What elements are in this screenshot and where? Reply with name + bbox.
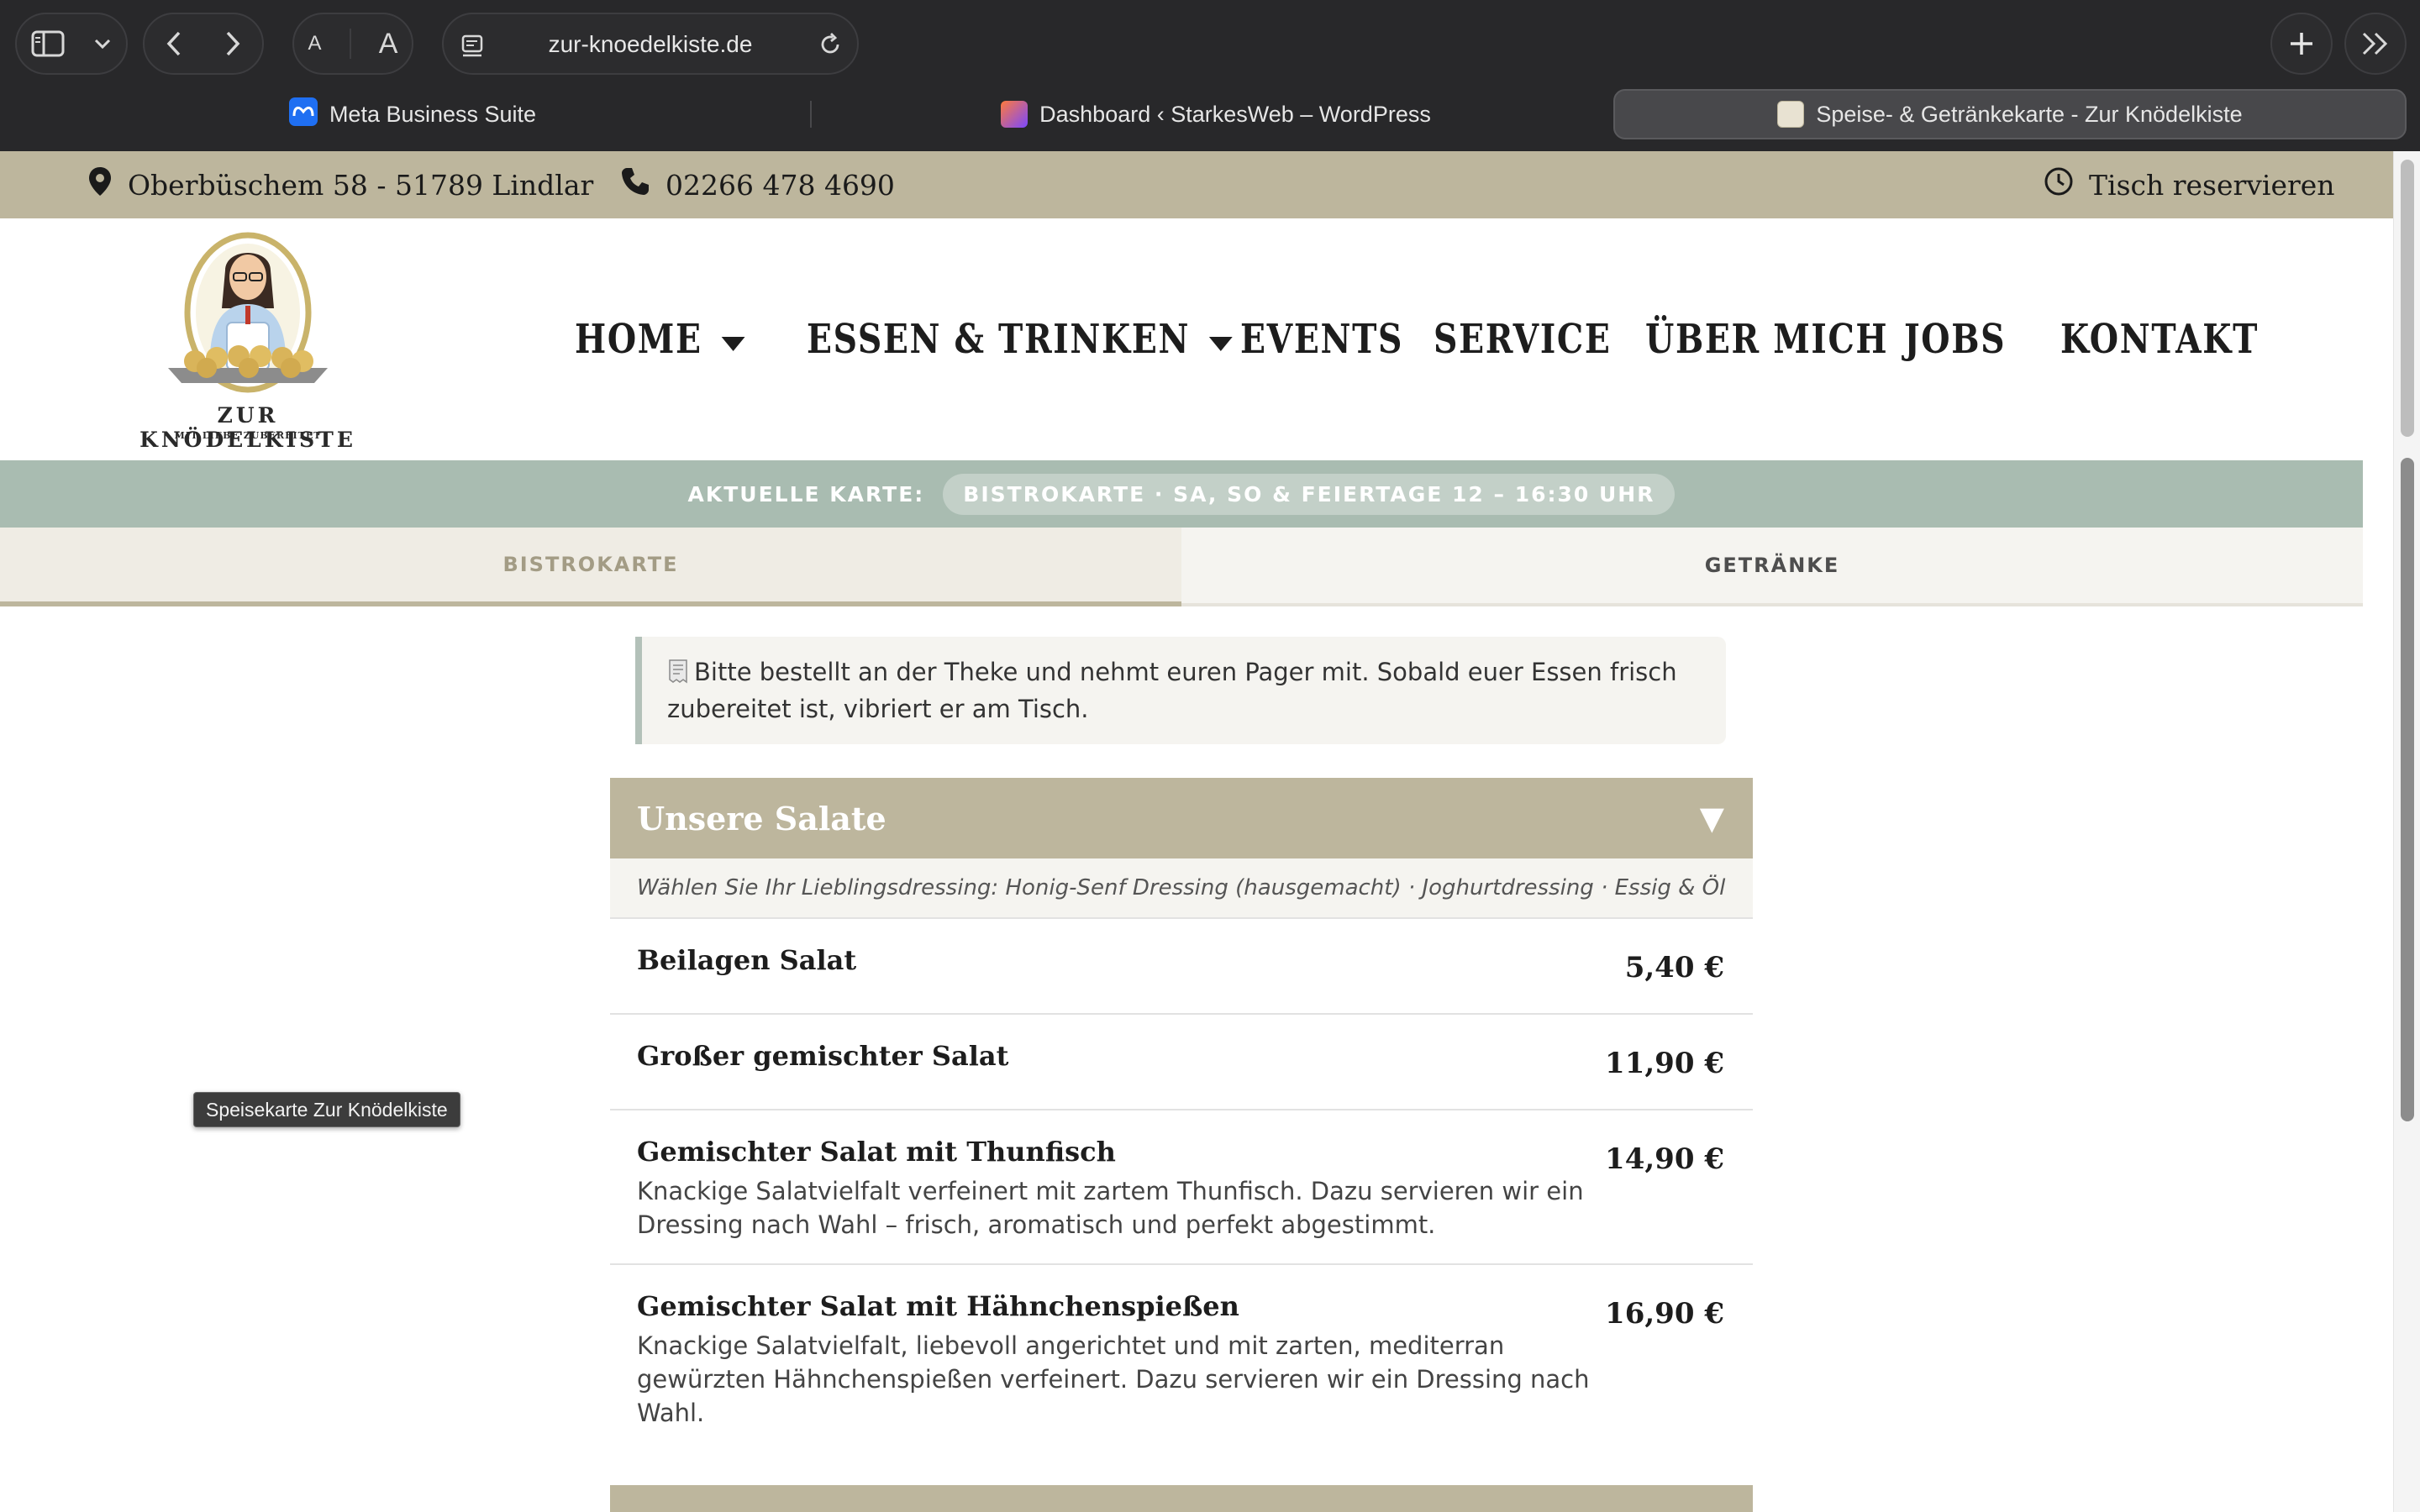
receipt-icon	[667, 659, 689, 692]
nav-label: HOME	[575, 316, 702, 363]
collapse-triangle-icon[interactable]: ▼	[1700, 800, 1724, 837]
dressing-note: Wählen Sie Ihr Lieblingsdressing: Honig-…	[610, 858, 1753, 919]
history-nav	[143, 13, 264, 75]
site-favicon-icon	[1777, 101, 1805, 128]
browser-chrome: A A zur-knoedelkiste.de Meta Business Su…	[0, 0, 2420, 151]
nav-item-jobs[interactable]: JOBS	[1904, 218, 2006, 460]
next-category-header[interactable]	[610, 1485, 1753, 1512]
nav-item-home[interactable]: HOME	[575, 218, 746, 460]
tab-bistrokarte[interactable]: BISTROKARTE	[0, 528, 1181, 606]
clock-icon	[2044, 166, 2074, 203]
new-tab-button[interactable]	[2270, 13, 2333, 75]
current-menu-bar: AKTUELLE KARTE: BISTROKARTE · SA, SO & F…	[0, 460, 2363, 528]
nav-label: JOBS	[1904, 316, 2007, 363]
tab-label: Dashboard ‹ StarkesWeb – WordPress	[1039, 101, 1431, 127]
reload-icon[interactable]	[817, 31, 844, 61]
sidebar-toggle-button[interactable]	[15, 13, 128, 75]
nav-item-essen-trinken[interactable]: ESSEN & TRINKEN	[807, 218, 1234, 460]
tab-getraenke[interactable]: GETRÄNKE	[1181, 528, 2363, 603]
text-size-controls: A A	[292, 13, 413, 75]
meta-logo-icon	[288, 97, 318, 132]
caret-down-icon	[1207, 316, 1234, 363]
menu-tabs: BISTROKARTE GETRÄNKE	[0, 528, 2363, 606]
tab-bar: Meta Business Suite Dashboard ‹ StarkesW…	[13, 89, 2407, 139]
text-smaller-button[interactable]: A	[308, 32, 322, 55]
nav-item-events[interactable]: EVENTS	[1240, 218, 1403, 460]
text-larger-button[interactable]: A	[379, 28, 398, 60]
tab-wordpress-dashboard[interactable]: Dashboard ‹ StarkesWeb – WordPress	[812, 89, 1620, 139]
scrollbar-track-highlight	[2401, 160, 2414, 437]
menu-item: Gemischter Salat mit Hähnchenspießen 16,…	[610, 1265, 1753, 1453]
phone-icon	[620, 166, 650, 203]
nav-label: ÜBER MICH	[1645, 316, 1889, 363]
notice-text: Bitte bestellt an der Theke und nehmt eu…	[667, 658, 1677, 723]
nav-item-service[interactable]: SERVICE	[1434, 218, 1611, 460]
contact-bar: Oberbüschem 58 - 51789 Lindlar 02266 478…	[0, 151, 2393, 218]
logo-name: ZUR KNÖDELKISTE	[139, 403, 356, 452]
dish-name: Gemischter Salat mit Hähnchenspießen	[637, 1290, 1239, 1322]
nav-label: SERVICE	[1434, 316, 1612, 363]
category-header-salate[interactable]: Unsere Salate ▼	[610, 778, 1753, 858]
nav-item-ueber-mich[interactable]: ÜBER MICH	[1645, 218, 1888, 460]
current-menu-badge: BISTROKARTE · SA, SO & FEIERTAGE 12 – 16…	[943, 473, 1676, 515]
forward-arrow-icon[interactable]	[224, 30, 241, 57]
dish-name: Beilagen Salat	[637, 944, 857, 976]
menu-item: Gemischter Salat mit Thunfisch 14,90 € K…	[610, 1110, 1753, 1265]
chevron-down-icon	[93, 38, 112, 50]
site-logo[interactable]: ZUR KNÖDELKISTE MIT LIEBE ZUBEREITET	[134, 228, 361, 452]
address-bar[interactable]: zur-knoedelkiste.de	[442, 13, 859, 75]
phone-text: 02266 478 4690	[666, 168, 895, 202]
logo-tagline: MIT LIEBE ZUBEREITET	[174, 430, 322, 441]
dish-description: Knackige Salatvielfalt, liebevoll angeri…	[637, 1331, 1590, 1427]
dish-price: 11,90 €	[1605, 1047, 1724, 1080]
tab-speisekarte[interactable]: Speise- & Getränkekarte - Zur Knödelkist…	[1613, 89, 2407, 139]
wordpress-favicon-icon	[1001, 101, 1028, 128]
menu-item: Großer gemischter Salat 11,90 €	[610, 1015, 1753, 1110]
url-text: zur-knoedelkiste.de	[548, 31, 753, 57]
web-page: Oberbüschem 58 - 51789 Lindlar 02266 478…	[0, 151, 2393, 1512]
nav-item-kontakt[interactable]: KONTAKT	[2060, 218, 2259, 460]
tab-meta-business-suite[interactable]: Meta Business Suite	[13, 89, 812, 139]
order-notice: Bitte bestellt an der Theke und nehmt eu…	[635, 637, 1726, 744]
tab-label: Meta Business Suite	[329, 101, 537, 127]
location-pin-icon	[87, 165, 113, 204]
dish-name: Großer gemischter Salat	[637, 1040, 1009, 1072]
caret-down-icon	[720, 316, 746, 363]
dish-description: Knackige Salatvielfalt verfeinert mit za…	[637, 1177, 1584, 1239]
site-header: ZUR KNÖDELKISTE MIT LIEBE ZUBEREITET HOM…	[0, 218, 2393, 460]
phone-link[interactable]: 02266 478 4690	[620, 151, 895, 218]
reserve-table-link[interactable]: Tisch reservieren	[2044, 151, 2335, 218]
dish-price: 5,40 €	[1624, 951, 1724, 984]
scrollbar-thumb[interactable]	[2401, 458, 2414, 1121]
image-tooltip: Speisekarte Zur Knödelkiste	[193, 1092, 460, 1127]
address-text: Oberbüschem 58 - 51789 Lindlar	[128, 168, 594, 202]
reserve-text: Tisch reservieren	[2089, 168, 2335, 202]
tab-label: BISTROKARTE	[502, 553, 679, 576]
category-title: Unsere Salate	[637, 799, 886, 837]
tab-label: Speise- & Getränkekarte - Zur Knödelkist…	[1816, 101, 2243, 127]
address-link[interactable]: Oberbüschem 58 - 51789 Lindlar	[87, 151, 593, 218]
menu-item: Beilagen Salat 5,40 €	[610, 919, 1753, 1015]
divider	[349, 29, 351, 59]
dish-price: 14,90 €	[1605, 1142, 1724, 1176]
back-arrow-icon[interactable]	[166, 30, 182, 57]
tab-label: GETRÄNKE	[1704, 554, 1840, 577]
chef-illustration-icon	[168, 232, 328, 393]
tab-overview-button[interactable]	[2344, 13, 2407, 75]
double-chevron-right-icon	[2360, 31, 2391, 56]
nav-label: ESSEN & TRINKEN	[807, 316, 1191, 363]
plus-icon	[2288, 30, 2315, 57]
dish-name: Gemischter Salat mit Thunfisch	[637, 1136, 1116, 1168]
page-scrollbar[interactable]	[2393, 151, 2420, 1512]
nav-label: KONTAKT	[2060, 316, 2260, 363]
dish-price: 16,90 €	[1605, 1297, 1724, 1331]
current-menu-label: AKTUELLE KARTE:	[687, 481, 925, 507]
sidebar-icon	[31, 30, 65, 57]
nav-label: EVENTS	[1240, 316, 1404, 363]
